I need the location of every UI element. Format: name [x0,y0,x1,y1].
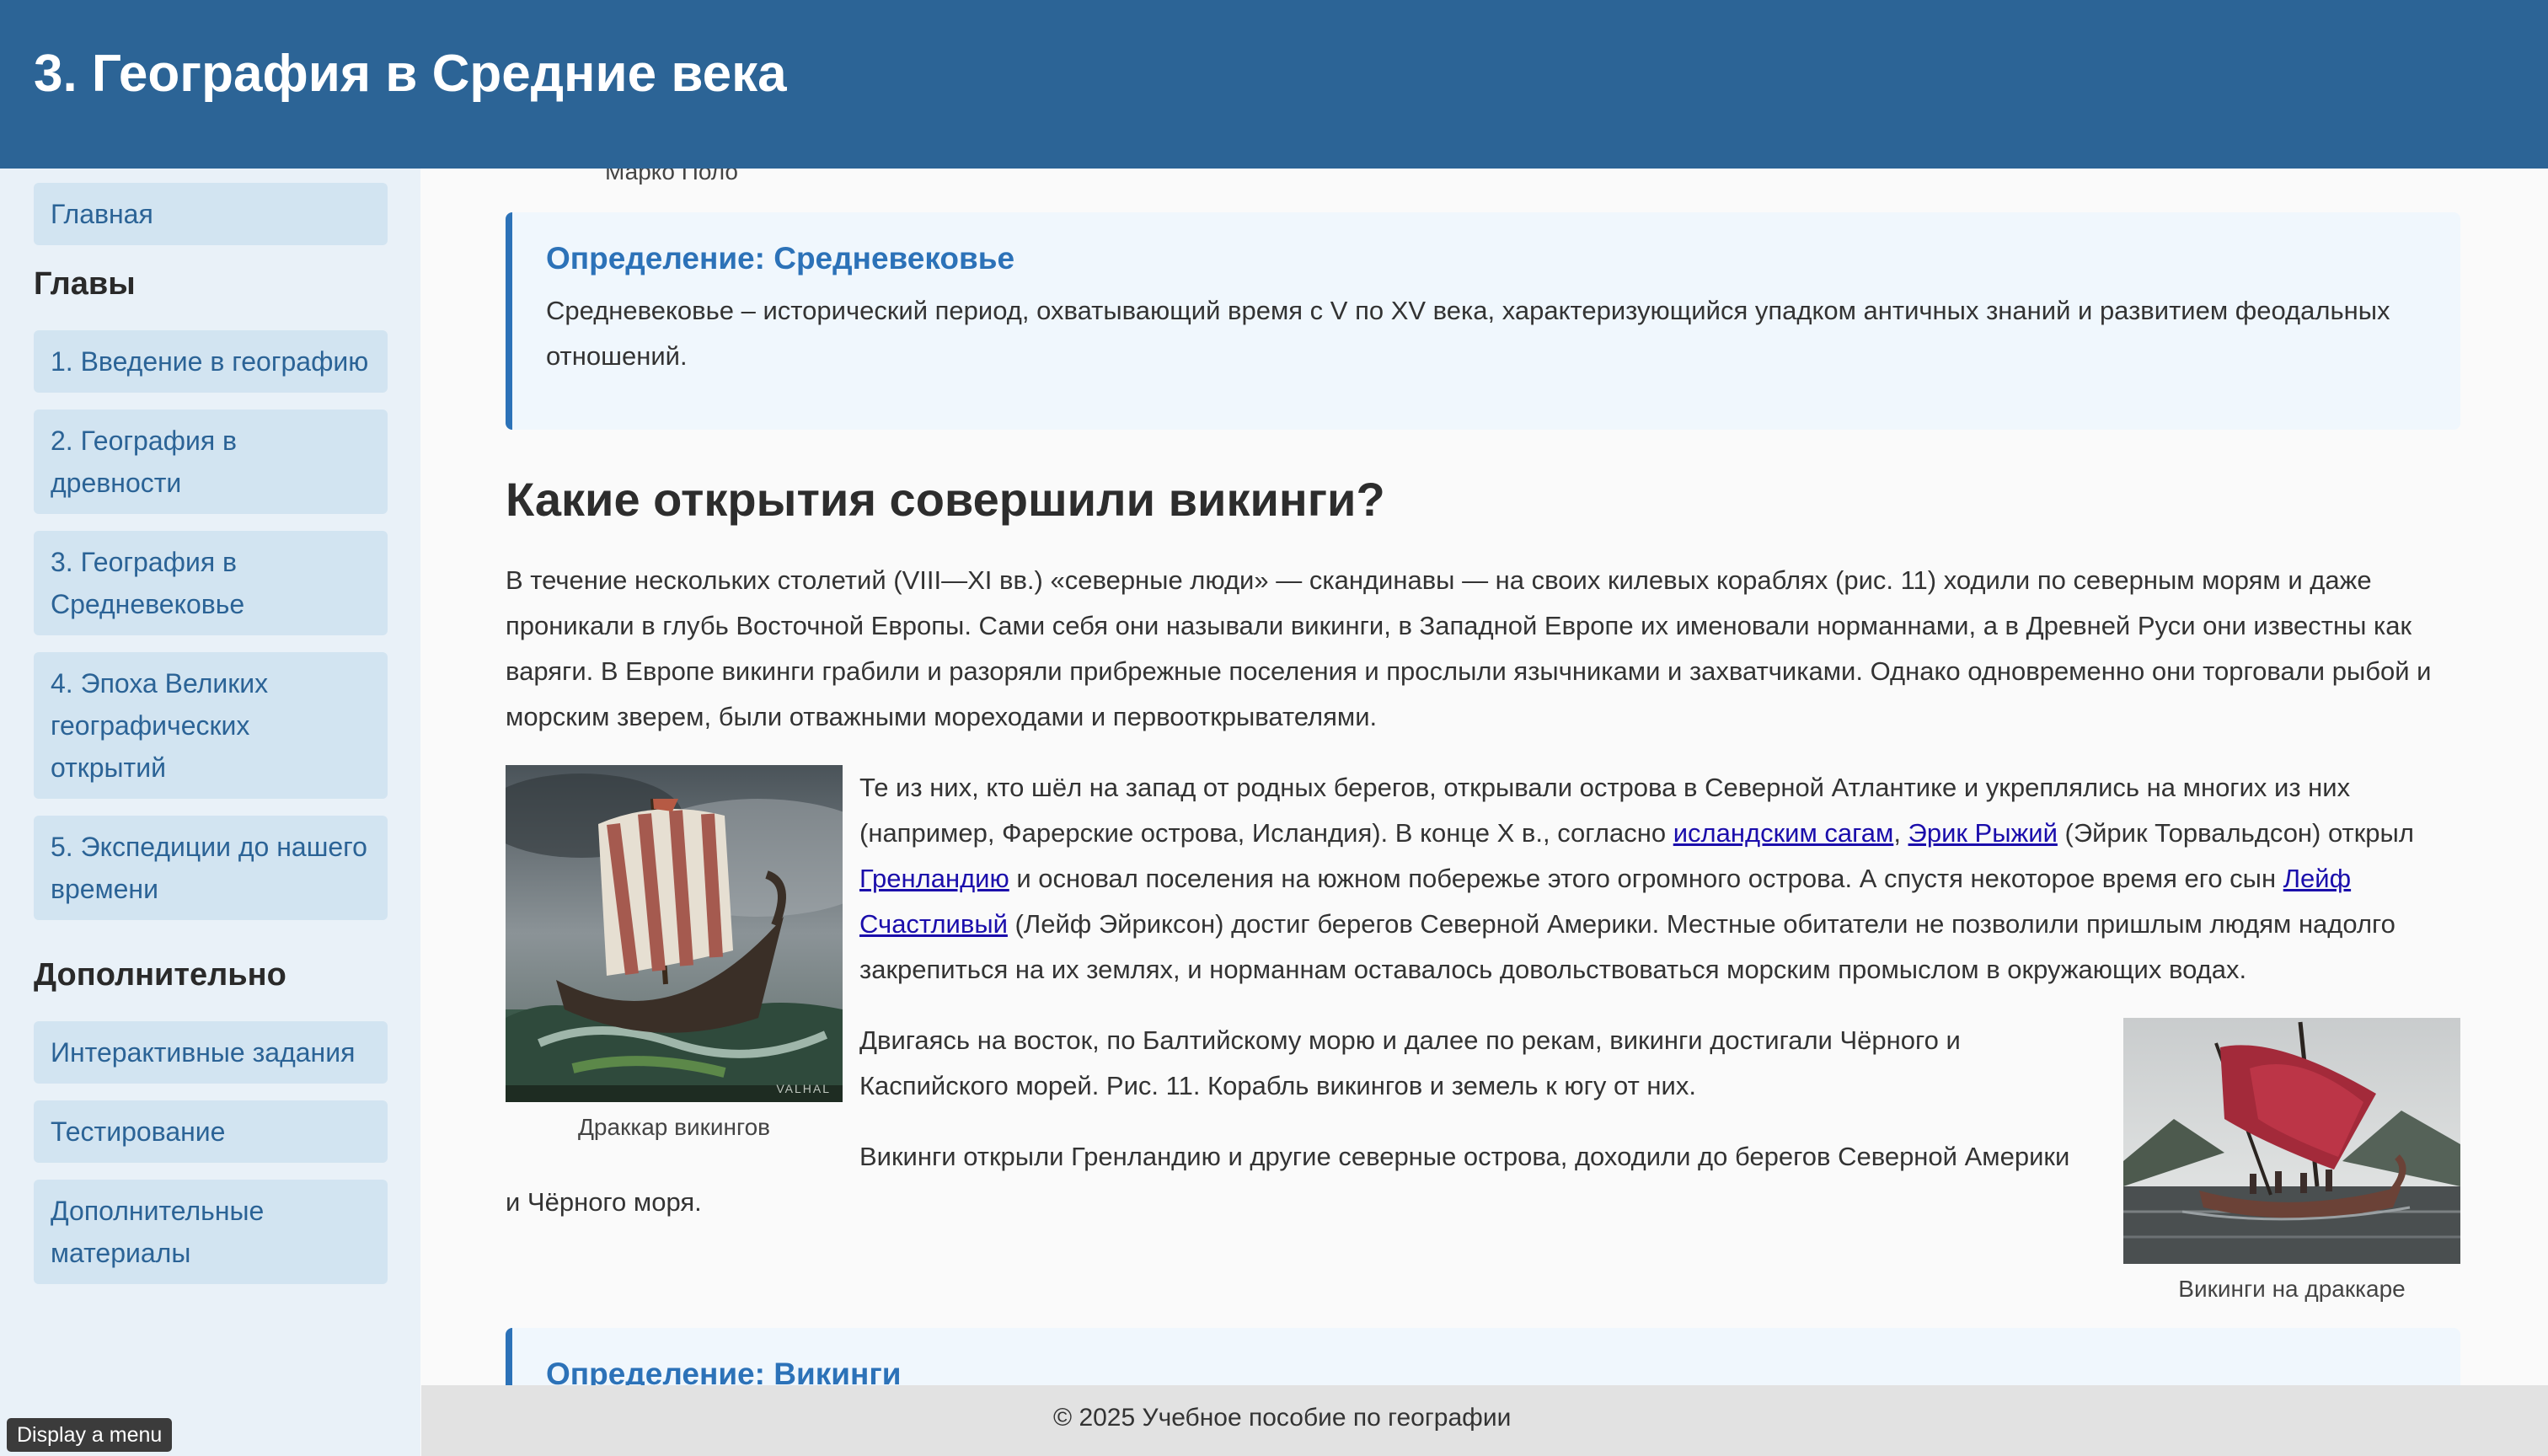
sidebar-item-chapter-4[interactable]: 4. Эпоха Великих географических открытий [34,652,388,799]
section-heading: Какие открытия совершили викинги? [506,473,1385,526]
link-greenland[interactable]: Гренландию [859,864,1009,893]
link-icelandic-sagas[interactable]: исландским сагам [1673,818,1894,848]
link-erik-the-red[interactable]: Эрик Рыжий [1908,818,2058,848]
sidebar-item-chapter-1[interactable]: 1. Введение в географию [34,330,388,393]
paragraph-west-discoveries: Те из них, кто шёл на запад от родных бе… [859,773,2414,984]
paragraph-summary: Викинги открыли Гренландию и другие севе… [506,1142,2070,1217]
sidebar-item-chapter-2[interactable]: 2. География в древности [34,410,388,514]
page-footer: © 2025 Учебное пособие по географии [421,1385,2548,1456]
vikings-on-drakkar-image [2123,1018,2460,1264]
paragraph-east-routes: Двигаясь на восток, по Балтийскому морю … [859,1025,1961,1100]
page-header: 3. География в Средние века [0,0,2548,169]
drakkar-image: VALHAL [506,765,843,1102]
definition-text: Средневековье – исторический период, охв… [546,296,2390,371]
footer-copyright: © 2025 Учебное пособие по географии [1053,1404,1512,1432]
definition-box-middle-ages: Определение: Средневековье Средневековье… [506,212,2460,430]
sidebar-item-testing[interactable]: Тестирование [34,1100,388,1163]
vikings-ship-illustration [2123,1018,2460,1264]
image-watermark: VALHAL [776,1082,831,1095]
main-content: Марко Поло Определение: Средневековье Ср… [421,169,2548,1385]
vikings-on-drakkar-caption: Викинги на драккаре [2178,1276,2406,1302]
definition-title: Определение: Средневековье [546,241,1015,276]
sidebar-item-chapter-5[interactable]: 5. Экспедиции до нашего времени [34,816,388,920]
sidebar-item-chapter-3[interactable]: 3. География в Средневековье [34,531,388,635]
sidebar-item-home[interactable]: Главная [34,183,388,245]
sidebar: Главная Главы 1. Введение в географию 2.… [0,169,420,1456]
marco-polo-caption: Марко Поло [605,169,739,185]
chapters-heading: Главы [34,266,136,302]
sidebar-item-interactive-tasks[interactable]: Интерактивные задания [34,1021,388,1084]
drakkar-illustration [506,765,843,1102]
definition-title-vikings: Определение: Викинги [546,1357,902,1385]
sidebar-item-extra-materials[interactable]: Дополнительные материалы [34,1180,388,1284]
paragraph-vikings-intro: В течение нескольких столетий (VIII—XI в… [506,565,2432,731]
menu-tooltip: Display a menu [7,1418,173,1452]
definition-box-vikings: Определение: Викинги [506,1328,2460,1385]
extra-heading: Дополнительно [34,957,286,993]
page-title: 3. География в Средние века [34,45,787,103]
